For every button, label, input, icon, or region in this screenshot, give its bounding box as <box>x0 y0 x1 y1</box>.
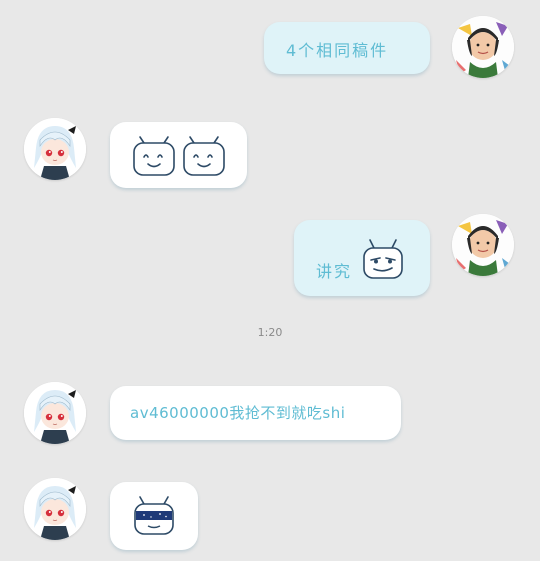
smug-tv-emoji-sticker-icon <box>362 236 404 282</box>
message-timestamp: 1:20 <box>257 326 283 339</box>
other-avatar[interactable] <box>24 118 86 180</box>
message-text: 4个相同稿件 <box>286 41 389 60</box>
other-avatar[interactable] <box>24 478 86 540</box>
self-avatar[interactable] <box>452 214 514 276</box>
message-bubble-other[interactable] <box>110 122 247 188</box>
message-bubble-other[interactable]: av46000000我抢不到就吃shi <box>110 386 401 440</box>
message-bubble-self[interactable]: 4个相同稿件 <box>264 22 430 74</box>
message-bubble-other[interactable] <box>110 482 198 550</box>
message-bubble-self[interactable]: 讲究 <box>294 220 430 296</box>
sunglasses-tv-emoji-sticker-icon <box>132 494 176 538</box>
message-text: av46000000我抢不到就吃shi <box>130 404 346 422</box>
message-text: 讲究 <box>316 262 353 281</box>
other-avatar[interactable] <box>24 382 86 444</box>
tv-emoji-sticker-icon <box>132 133 228 179</box>
self-avatar[interactable] <box>452 16 514 78</box>
